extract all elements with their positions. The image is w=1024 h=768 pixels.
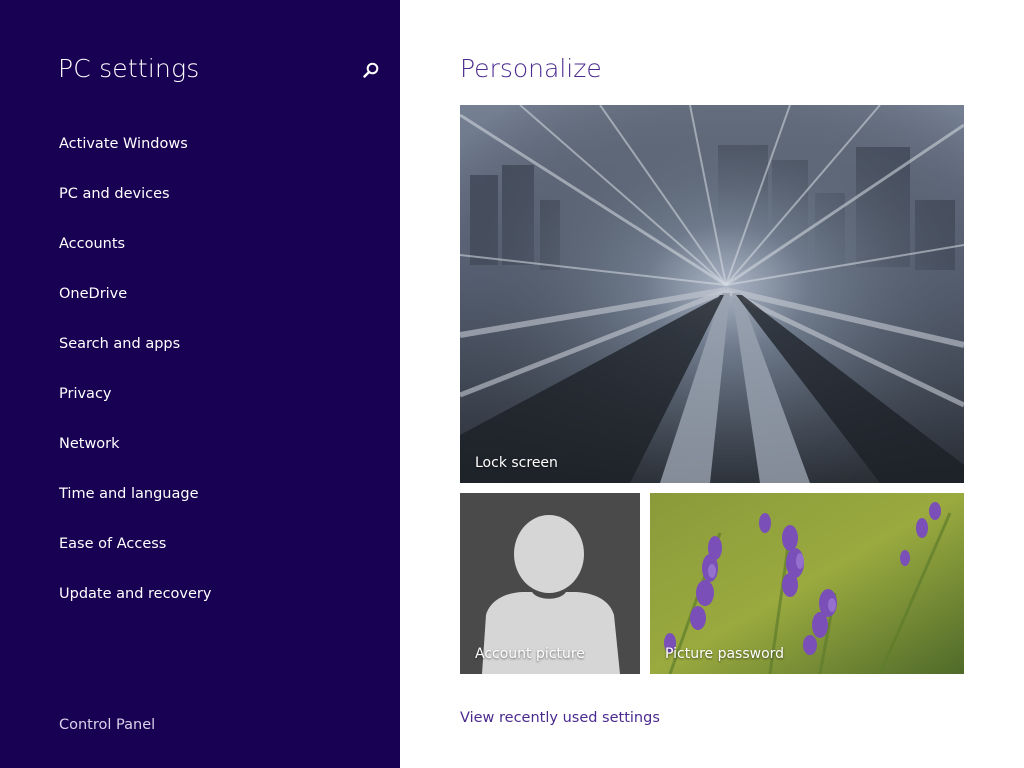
picture-password-label: Picture password	[665, 646, 785, 662]
app-title: PC settings	[58, 54, 200, 83]
sidebar-item-network[interactable]: Network	[59, 431, 211, 481]
sidebar-item-onedrive[interactable]: OneDrive	[59, 281, 211, 331]
search-button[interactable]	[358, 58, 384, 84]
lock-screen-tile[interactable]: Lock screen	[460, 105, 964, 483]
search-icon	[363, 62, 379, 78]
sidebar-nav: Activate Windows PC and devices Accounts…	[59, 131, 211, 631]
picture-password-tile[interactable]: Picture password	[650, 493, 964, 674]
sidebar-item-privacy[interactable]: Privacy	[59, 381, 211, 431]
lock-screen-label: Lock screen	[475, 455, 558, 471]
sidebar-item-accounts[interactable]: Accounts	[59, 231, 211, 281]
sidebar-item-pc-and-devices[interactable]: PC and devices	[59, 181, 211, 231]
sidebar-item-activate-windows[interactable]: Activate Windows	[59, 131, 211, 181]
view-recent-settings-link[interactable]: View recently used settings	[460, 710, 660, 726]
account-picture-tile[interactable]: Account picture	[460, 493, 640, 674]
sidebar: PC settings Activate Windows PC and devi…	[0, 0, 400, 768]
sidebar-item-time-and-language[interactable]: Time and language	[59, 481, 211, 531]
page-title: Personalize	[460, 54, 602, 83]
sidebar-item-ease-of-access[interactable]: Ease of Access	[59, 531, 211, 581]
control-panel-link[interactable]: Control Panel	[59, 717, 155, 733]
sidebar-item-update-and-recovery[interactable]: Update and recovery	[59, 581, 211, 631]
lock-screen-image	[460, 105, 964, 483]
sidebar-item-search-and-apps[interactable]: Search and apps	[59, 331, 211, 381]
account-picture-label: Account picture	[475, 646, 585, 662]
pc-settings-window: PC settings Activate Windows PC and devi…	[0, 0, 1024, 768]
